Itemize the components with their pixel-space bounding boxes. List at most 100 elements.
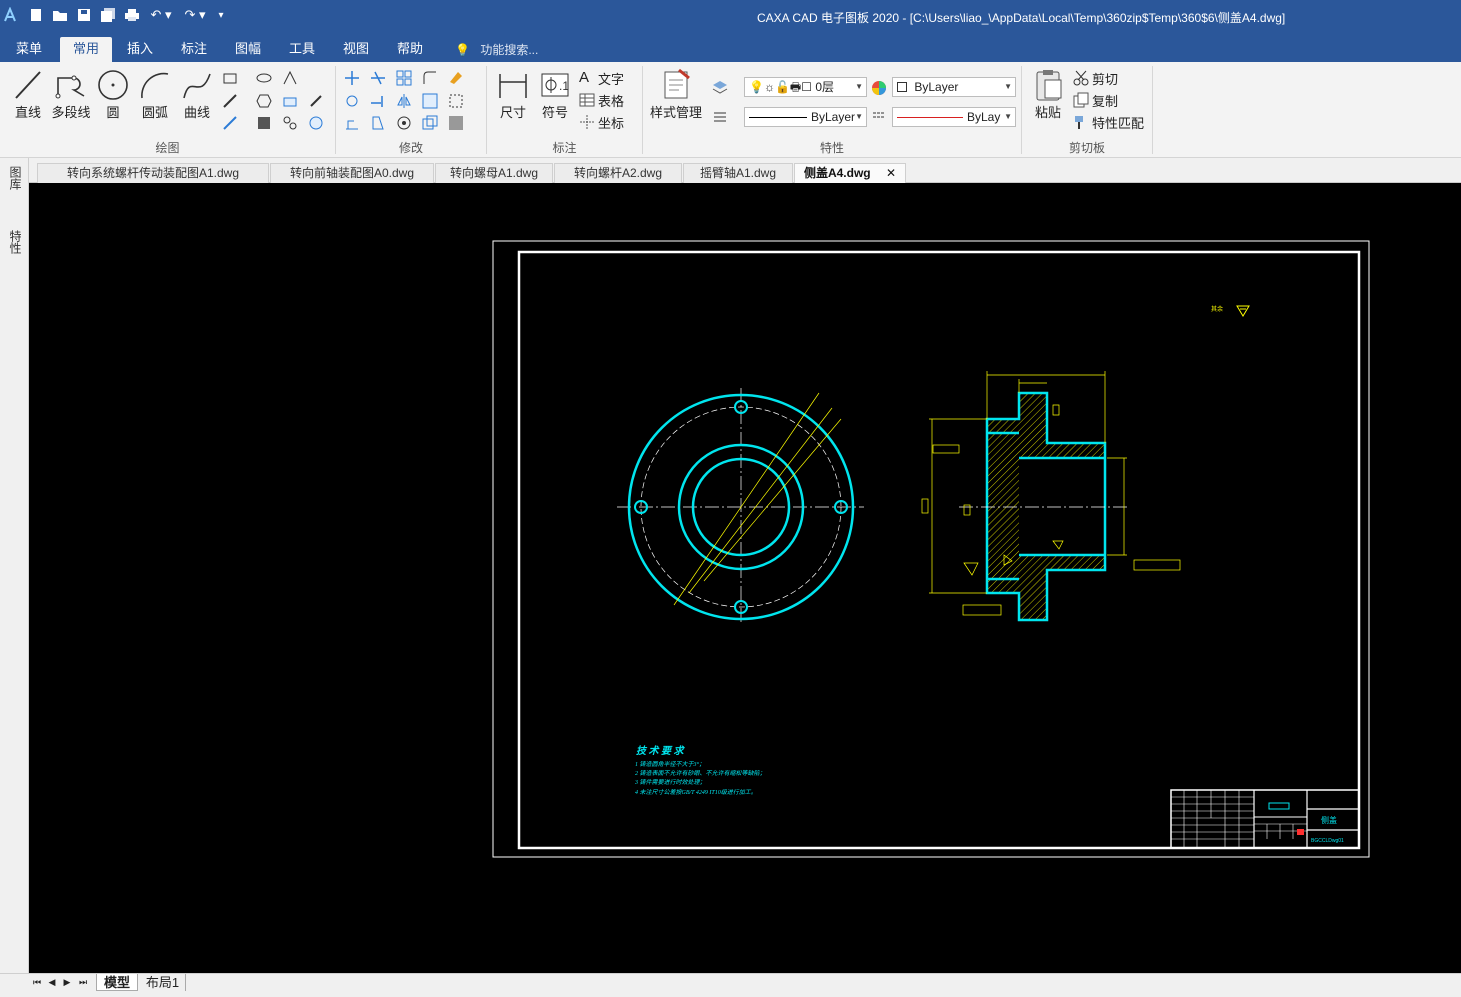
eraser-icon[interactable]: [448, 70, 464, 86]
tab-home[interactable]: 常用: [60, 37, 112, 62]
point-icon[interactable]: [308, 93, 324, 109]
text-icon[interactable]: A: [579, 69, 595, 86]
side-tab-library[interactable]: 图库: [6, 166, 24, 190]
rotate-icon[interactable]: [344, 93, 360, 109]
save-icon[interactable]: [76, 6, 92, 24]
text-button[interactable]: 文字: [598, 69, 624, 88]
offset-icon[interactable]: [448, 93, 464, 109]
tab-help[interactable]: 帮助: [388, 37, 432, 62]
redo-icon[interactable]: ↷ ▾: [182, 6, 208, 24]
doc-tab-active[interactable]: 侧盖A4.dwg ✕: [794, 163, 906, 183]
doc-tab[interactable]: 摇臂轴A1.dwg: [683, 163, 793, 183]
tab-sheet[interactable]: 图幅: [226, 37, 270, 62]
array-icon[interactable]: [396, 70, 412, 86]
lineweight-icon[interactable]: [712, 108, 728, 124]
block-icon[interactable]: [282, 93, 298, 109]
spline-icon[interactable]: [282, 115, 298, 131]
tab-annotate[interactable]: 标注: [172, 37, 216, 62]
doc-tab[interactable]: 转向螺杆A2.dwg: [554, 163, 682, 183]
color-dropdown[interactable]: ByLayer ▼: [892, 77, 1016, 97]
customize-toolbar-icon[interactable]: ▾: [214, 6, 228, 24]
symbol-button[interactable]: .1 符号: [536, 68, 574, 121]
curve-button[interactable]: 曲线: [178, 68, 216, 121]
circle-button[interactable]: 圆: [94, 68, 132, 121]
next-layout-icon[interactable]: ▶: [62, 974, 72, 991]
polyline-label: 多段线: [51, 105, 91, 120]
doc-tab[interactable]: 转向前轴装配图A0.dwg: [270, 163, 434, 183]
style-manager-button[interactable]: 样式管理: [648, 68, 704, 121]
close-icon[interactable]: ✕: [886, 166, 896, 180]
arc-icon: [141, 72, 169, 99]
tab-view[interactable]: 视图: [334, 37, 378, 62]
new-file-icon[interactable]: [28, 6, 44, 24]
first-layout-icon[interactable]: ⏮: [32, 974, 42, 991]
copy-object-icon[interactable]: [422, 115, 438, 131]
layer-value: 0层: [815, 80, 834, 94]
scale-icon[interactable]: [422, 93, 438, 109]
line-button[interactable]: 直线: [8, 68, 48, 121]
print-icon[interactable]: [124, 6, 140, 24]
layout-tab-model[interactable]: 模型: [96, 974, 138, 991]
table-icon[interactable]: [579, 92, 595, 108]
arc-button[interactable]: 圆弧: [136, 68, 174, 121]
fill-icon[interactable]: [256, 115, 272, 131]
coordinate-icon[interactable]: [579, 114, 595, 130]
undo-icon[interactable]: ↶ ▾: [148, 6, 174, 24]
hatch-icon[interactable]: [448, 115, 464, 131]
app-logo-icon[interactable]: [2, 6, 18, 24]
color-wheel-icon[interactable]: [871, 80, 887, 96]
layer-dropdown[interactable]: 💡☼🔓🖶☐ 0层 ▼: [744, 77, 867, 97]
tab-tools[interactable]: 工具: [280, 37, 324, 62]
doc-tab[interactable]: 转向系统螺杆传动装配图A1.dwg: [37, 163, 269, 183]
layout-tab-layout1[interactable]: 布局1: [140, 974, 186, 991]
explode-icon[interactable]: [396, 115, 412, 131]
side-tab-properties[interactable]: 特性: [6, 230, 24, 254]
move-icon[interactable]: [344, 70, 360, 86]
drawing-canvas[interactable]: 其余 技 术 要 求 1 铸造圆角半径不大于3°； 2 铸造表面不允许有砂眼、不…: [29, 183, 1461, 973]
last-layout-icon[interactable]: ⏭: [77, 974, 89, 991]
cut-button[interactable]: 剪切: [1092, 69, 1118, 88]
break-icon[interactable]: [370, 115, 386, 131]
table-button[interactable]: 表格: [598, 91, 624, 110]
polygon-icon[interactable]: [256, 93, 272, 109]
linetype-dropdown[interactable]: ByLayer ▼: [744, 107, 867, 127]
annotate-group-label: 标注: [552, 141, 577, 155]
stretch-icon[interactable]: [344, 115, 360, 131]
fillet-icon[interactable]: [422, 70, 438, 86]
function-search[interactable]: 💡 功能搜索...: [455, 41, 538, 58]
rectangle-icon[interactable]: [222, 70, 238, 86]
image-icon[interactable]: [308, 115, 324, 131]
doc-tab[interactable]: 转向螺母A1.dwg: [435, 163, 553, 183]
trim-icon[interactable]: [370, 70, 386, 86]
color-swatch: [897, 82, 907, 92]
match-properties-button[interactable]: 特性匹配: [1092, 113, 1144, 132]
paste-button[interactable]: 粘贴: [1030, 68, 1066, 121]
svg-text:.1: .1: [559, 79, 569, 93]
dimension-button[interactable]: 尺寸: [494, 68, 532, 121]
ellipse-icon[interactable]: [256, 70, 272, 86]
copy-button[interactable]: 复制: [1092, 91, 1118, 110]
inner-drawing-frame: [517, 250, 1361, 850]
save-all-icon[interactable]: [100, 6, 116, 24]
match-properties-icon[interactable]: [1073, 114, 1089, 130]
extend-icon[interactable]: [370, 93, 386, 109]
mirror-icon[interactable]: [396, 93, 412, 109]
modify-group-label: 修改: [398, 141, 423, 155]
polyline-button[interactable]: 多段线: [50, 68, 92, 121]
hatch-line-icon[interactable]: [222, 93, 238, 109]
copy-icon[interactable]: [1073, 92, 1089, 108]
open-folder-icon[interactable]: [52, 6, 68, 24]
tab-menu[interactable]: 菜单: [6, 37, 52, 62]
tab-insert[interactable]: 插入: [118, 37, 162, 62]
construction-line-icon[interactable]: [222, 115, 238, 131]
layer-manager-icon[interactable]: [712, 79, 728, 95]
prev-layout-icon[interactable]: ◀: [47, 974, 57, 991]
scissors-icon[interactable]: [1073, 70, 1089, 86]
draw-group-label: 绘图: [155, 141, 180, 155]
coordinate-button[interactable]: 坐标: [598, 113, 624, 132]
centerline-icon[interactable]: [282, 70, 298, 86]
symbol-label: 符号: [541, 105, 568, 120]
lineweight-dropdown[interactable]: ByLay ▼: [892, 107, 1016, 127]
linestyle-icon[interactable]: [871, 108, 887, 124]
tech-req-title: 技 术 要 求: [636, 745, 685, 757]
